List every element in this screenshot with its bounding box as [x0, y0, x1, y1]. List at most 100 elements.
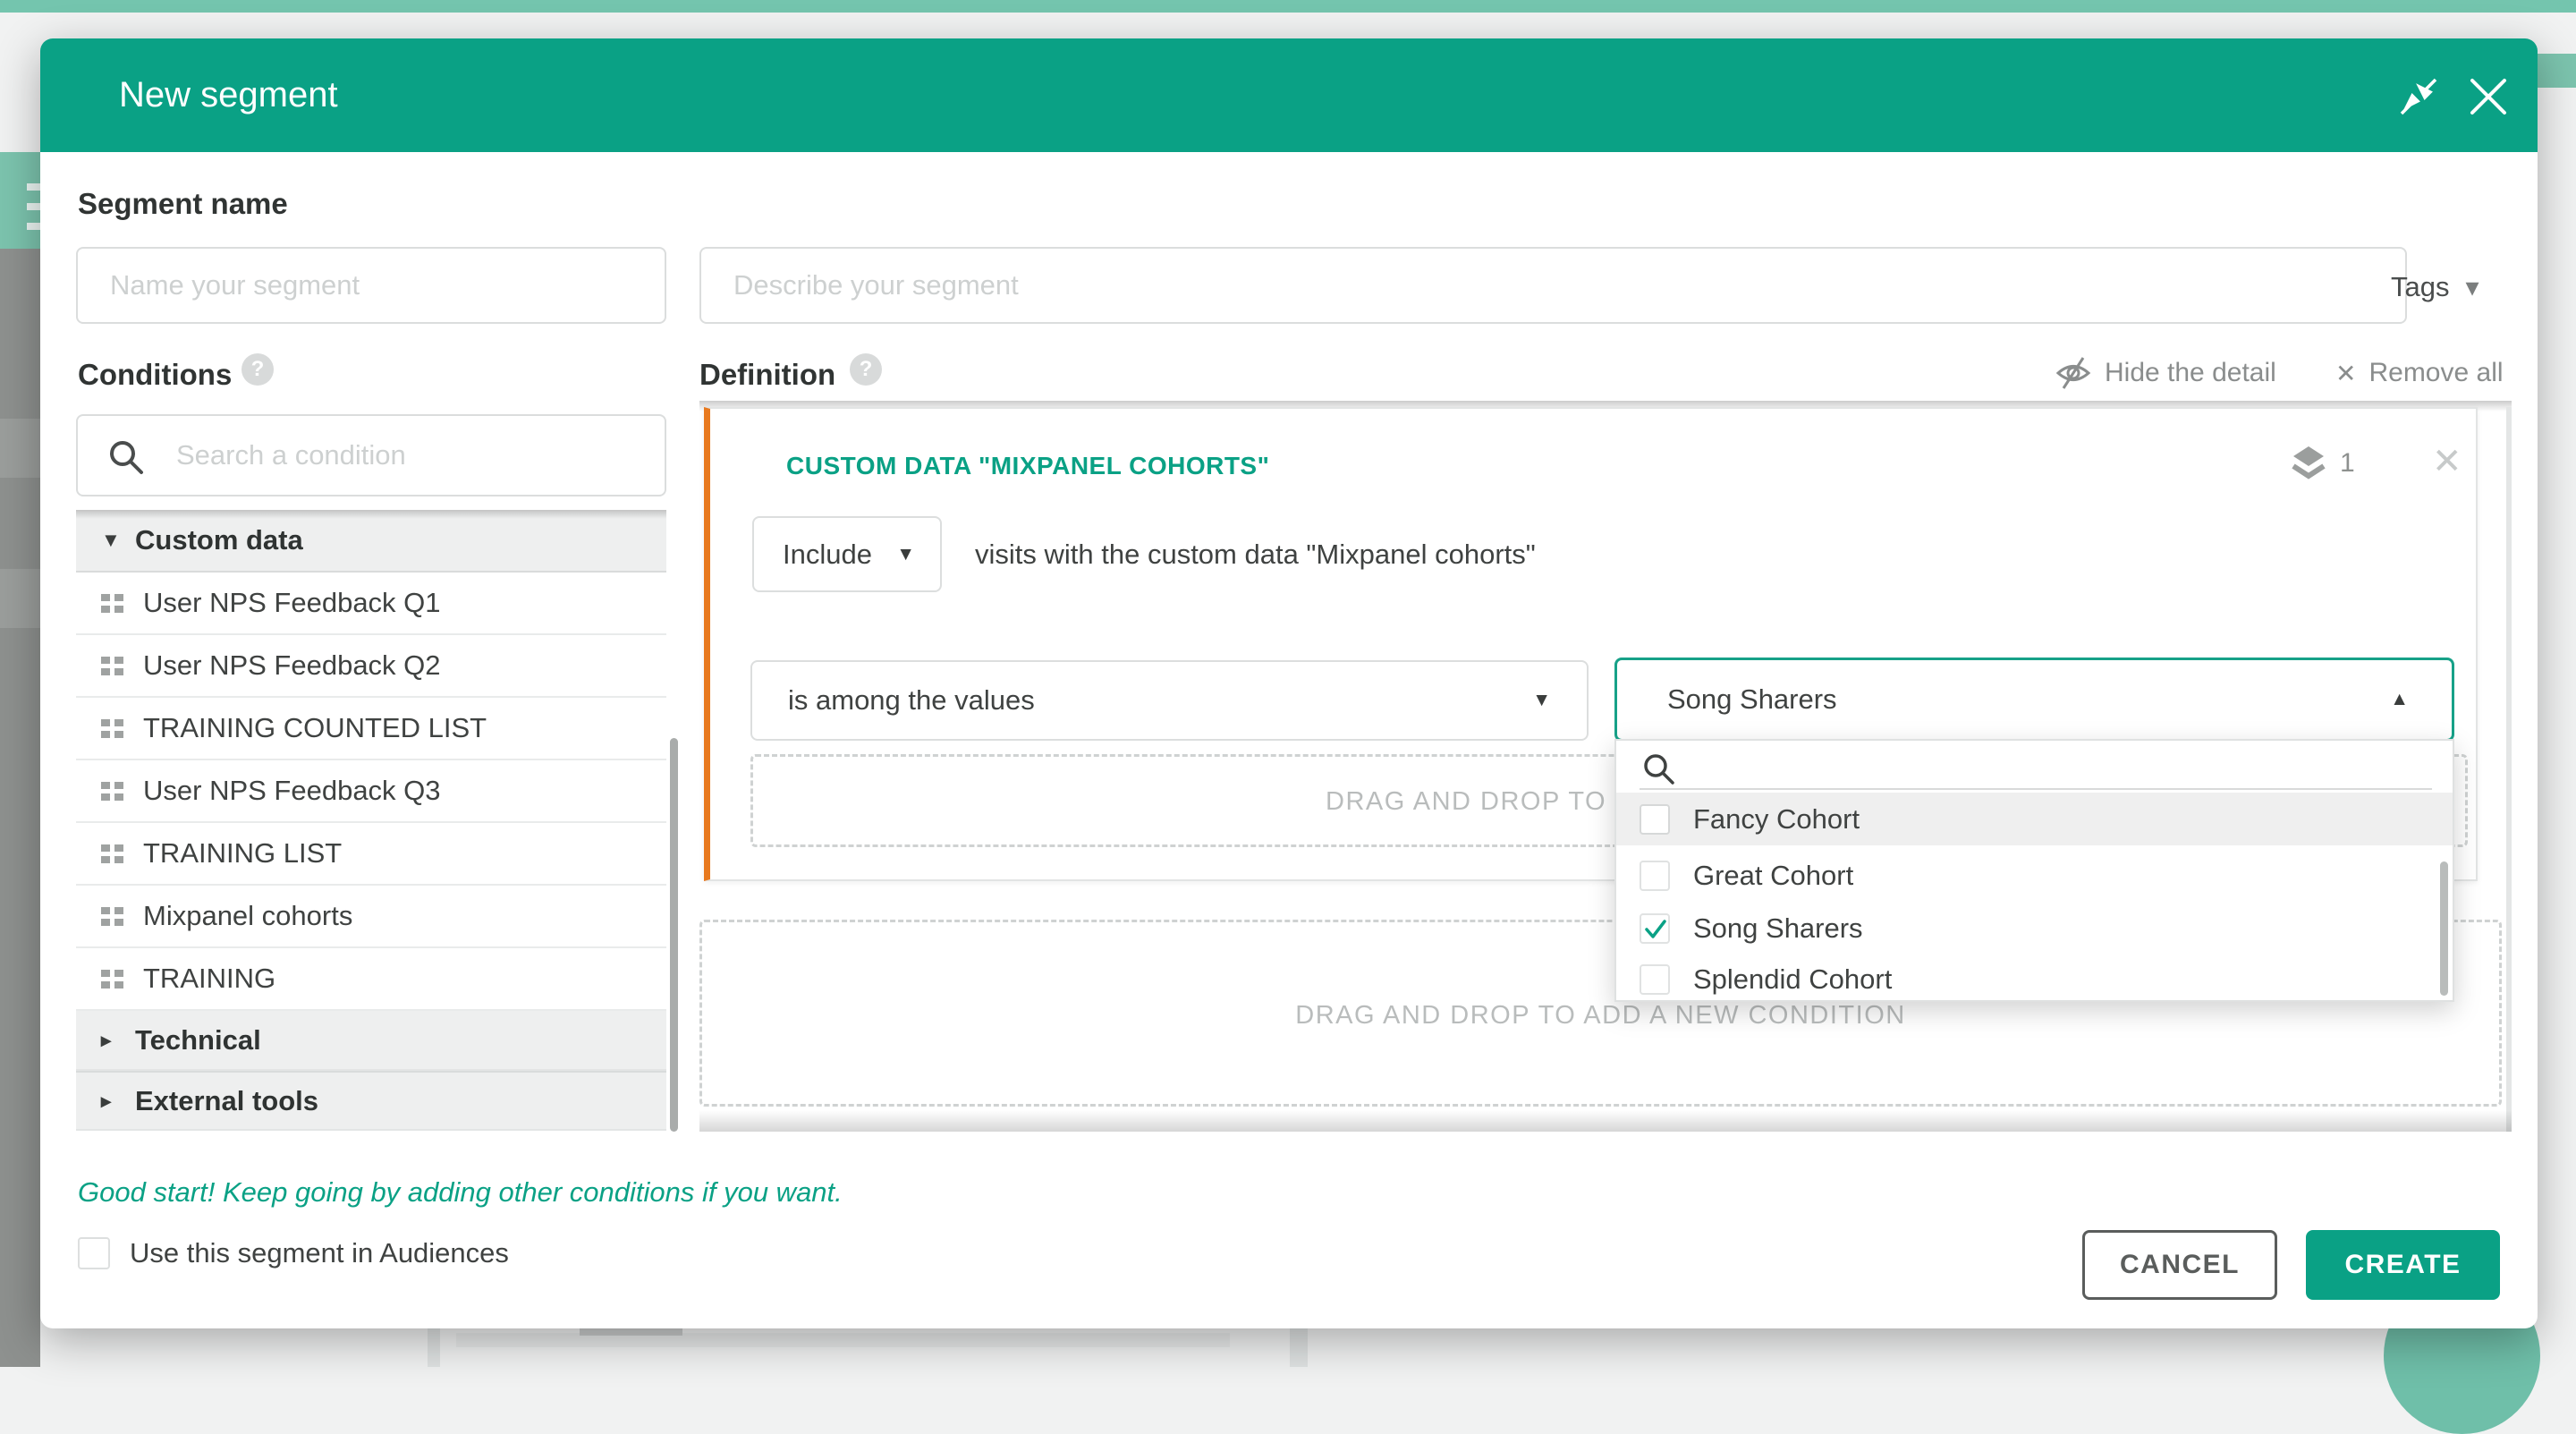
condition-group-technical[interactable]: ▸ Technical: [76, 1011, 666, 1071]
definition-scroll-shadow-bottom: [699, 1110, 2512, 1132]
layers-icon: [2292, 445, 2326, 482]
background-sidebar-row: [0, 419, 40, 478]
cohort-option[interactable]: Great Cohort: [1616, 849, 2453, 902]
condition-item[interactable]: User NPS Feedback Q1: [76, 573, 666, 635]
conditions-label: Conditions: [78, 358, 232, 392]
remove-icon: ✕: [2335, 359, 2356, 388]
layer-count: 1: [2292, 445, 2355, 482]
background-panel-divider: [1290, 1327, 1308, 1367]
new-condition-dropzone-label: DRAG AND DROP TO ADD A NEW CONDITION: [702, 1001, 2499, 1031]
modal-title: New segment: [119, 38, 338, 152]
hide-detail-button[interactable]: Hide the detail: [2055, 353, 2276, 393]
close-icon[interactable]: [2468, 76, 2509, 117]
conditions-help-icon[interactable]: ?: [242, 353, 274, 386]
background-sidebar: [0, 249, 40, 1367]
caret-down-icon: ▼: [101, 529, 121, 552]
segment-description-input[interactable]: [699, 247, 2407, 324]
search-icon: [1641, 751, 1677, 787]
background-panel-divider: [428, 1327, 440, 1367]
condition-item[interactable]: TRAINING LIST: [76, 823, 666, 886]
drag-handle-icon: [101, 782, 123, 801]
condition-item-label: Mixpanel cohorts: [143, 900, 352, 932]
condition-sentence: visits with the custom data "Mixpanel co…: [975, 516, 1536, 592]
background-header-band: [2538, 54, 2576, 88]
condition-item-label: TRAINING: [143, 963, 275, 995]
checkbox-unchecked[interactable]: [1640, 804, 1670, 835]
condition-item[interactable]: User NPS Feedback Q2: [76, 635, 666, 698]
cohort-dropdown: Fancy Cohort Great Cohort Song Sharers S…: [1614, 739, 2454, 1002]
screen: New segment Segment name Tags ▾ Conditio…: [0, 0, 2576, 1367]
cohort-value-select[interactable]: Song Sharers ▲: [1614, 658, 2454, 742]
audiences-row: Use this segment in Audiences: [78, 1237, 509, 1269]
definition-scrollbar-track[interactable]: [2506, 407, 2512, 1132]
hint-message: Good start! Keep going by adding other c…: [78, 1176, 843, 1209]
drag-handle-icon: [101, 970, 123, 989]
caret-down-icon: ▼: [896, 544, 915, 565]
operator-select[interactable]: is among the values ▼: [750, 660, 1589, 741]
cohort-option-label: Song Sharers: [1693, 912, 1863, 945]
modal-header: New segment: [40, 38, 2538, 152]
remove-all-label: Remove all: [2368, 358, 2503, 388]
new-segment-modal: New segment Segment name Tags ▾ Conditio…: [40, 38, 2538, 1328]
cohort-option-label: Splendid Cohort: [1693, 963, 1892, 996]
condition-item[interactable]: TRAINING COUNTED LIST: [76, 698, 666, 760]
conditions-list: ▼ Custom data User NPS Feedback Q1 User …: [76, 510, 666, 1131]
cohort-option[interactable]: Splendid Cohort: [1616, 955, 2453, 1004]
group-label: Technical: [135, 1024, 261, 1056]
layer-count-value: 1: [2340, 448, 2355, 479]
cohort-option[interactable]: Fancy Cohort: [1616, 793, 2453, 845]
condition-item-label: TRAINING COUNTED LIST: [143, 712, 487, 744]
cancel-button[interactable]: CANCEL: [2082, 1230, 2277, 1300]
tags-label: Tags: [2391, 271, 2449, 303]
caret-right-icon: ▸: [101, 1090, 121, 1113]
background-menu-button: [0, 152, 40, 249]
cohort-value: Song Sharers: [1667, 683, 1837, 716]
condition-item[interactable]: Mixpanel cohorts: [76, 886, 666, 948]
dropdown-divider: [1640, 788, 2432, 790]
cohort-option[interactable]: Song Sharers: [1616, 902, 2453, 955]
group-label: External tools: [135, 1085, 318, 1117]
audiences-label: Use this segment in Audiences: [130, 1237, 509, 1269]
collapse-icon[interactable]: [2398, 76, 2439, 117]
condition-group-custom-data[interactable]: ▼ Custom data: [76, 510, 666, 573]
create-button[interactable]: CREATE: [2306, 1230, 2500, 1300]
condition-item-label: TRAINING LIST: [143, 837, 342, 870]
hamburger-icon: [27, 203, 40, 210]
tags-dropdown[interactable]: Tags ▾: [2391, 266, 2479, 309]
condition-item-label: User NPS Feedback Q3: [143, 775, 441, 807]
definition-help-icon[interactable]: ?: [850, 353, 882, 386]
cohort-option-label: Great Cohort: [1693, 860, 1853, 892]
checkbox-checked[interactable]: [1640, 913, 1670, 944]
cohort-option-label: Fancy Cohort: [1693, 803, 1860, 836]
include-select[interactable]: Include ▼: [752, 516, 942, 592]
search-icon: [106, 437, 146, 477]
audiences-checkbox[interactable]: [78, 1237, 110, 1269]
condition-search: [76, 414, 666, 496]
background-sidebar-row: [0, 569, 40, 628]
eye-off-icon: [2055, 354, 2092, 392]
drag-handle-icon: [101, 719, 123, 738]
checkbox-unchecked[interactable]: [1640, 861, 1670, 891]
conditions-scrollbar[interactable]: [670, 738, 678, 1132]
group-label: Custom data: [135, 524, 303, 556]
hamburger-icon: [27, 223, 40, 230]
remove-all-button[interactable]: ✕ Remove all: [2335, 353, 2504, 393]
condition-search-input[interactable]: [176, 416, 641, 495]
condition-item[interactable]: User NPS Feedback Q3: [76, 760, 666, 823]
segment-name-label: Segment name: [78, 187, 288, 221]
condition-item-label: User NPS Feedback Q1: [143, 587, 441, 619]
condition-item-label: User NPS Feedback Q2: [143, 649, 441, 682]
dropdown-scrollbar[interactable]: [2440, 861, 2448, 996]
operator-value: is among the values: [788, 684, 1035, 717]
hide-detail-label: Hide the detail: [2105, 358, 2276, 388]
drag-handle-icon: [101, 844, 123, 863]
card-close-icon[interactable]: ✕: [2432, 441, 2462, 482]
caret-right-icon: ▸: [101, 1029, 121, 1052]
condition-item[interactable]: TRAINING: [76, 948, 666, 1011]
caret-up-icon: ▲: [2390, 689, 2409, 710]
condition-group-external-tools[interactable]: ▸ External tools: [76, 1071, 666, 1131]
background-table-row: [456, 1333, 1230, 1347]
chevron-down-icon: ▾: [2465, 272, 2479, 303]
segment-name-input[interactable]: [76, 247, 666, 324]
checkbox-unchecked[interactable]: [1640, 964, 1670, 995]
